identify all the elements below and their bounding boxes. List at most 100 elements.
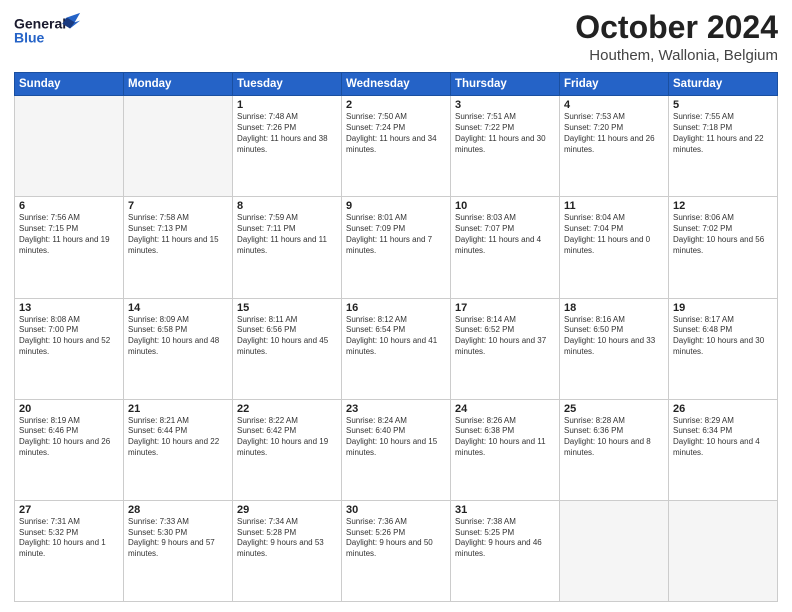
cell-text: Sunrise: 7:55 AM Sunset: 7:18 PM Dayligh… bbox=[673, 112, 773, 155]
cell-text: Sunrise: 8:04 AM Sunset: 7:04 PM Dayligh… bbox=[564, 213, 664, 256]
logo-svg: General Blue bbox=[14, 10, 84, 50]
calendar-cell: 25Sunrise: 8:28 AM Sunset: 6:36 PM Dayli… bbox=[560, 399, 669, 500]
cell-text: Sunrise: 8:28 AM Sunset: 6:36 PM Dayligh… bbox=[564, 416, 664, 459]
week-row-3: 20Sunrise: 8:19 AM Sunset: 6:46 PM Dayli… bbox=[15, 399, 778, 500]
cell-text: Sunrise: 8:06 AM Sunset: 7:02 PM Dayligh… bbox=[673, 213, 773, 256]
cell-text: Sunrise: 7:36 AM Sunset: 5:26 PM Dayligh… bbox=[346, 517, 446, 560]
calendar-cell: 10Sunrise: 8:03 AM Sunset: 7:07 PM Dayli… bbox=[451, 197, 560, 298]
calendar-cell: 22Sunrise: 8:22 AM Sunset: 6:42 PM Dayli… bbox=[233, 399, 342, 500]
day-number: 25 bbox=[564, 403, 664, 415]
week-row-4: 27Sunrise: 7:31 AM Sunset: 5:32 PM Dayli… bbox=[15, 500, 778, 601]
calendar-cell: 21Sunrise: 8:21 AM Sunset: 6:44 PM Dayli… bbox=[124, 399, 233, 500]
day-number: 8 bbox=[237, 200, 337, 212]
calendar-cell: 9Sunrise: 8:01 AM Sunset: 7:09 PM Daylig… bbox=[342, 197, 451, 298]
day-number: 1 bbox=[237, 99, 337, 111]
day-number: 26 bbox=[673, 403, 773, 415]
cell-text: Sunrise: 7:33 AM Sunset: 5:30 PM Dayligh… bbox=[128, 517, 228, 560]
day-number: 22 bbox=[237, 403, 337, 415]
cell-text: Sunrise: 8:21 AM Sunset: 6:44 PM Dayligh… bbox=[128, 416, 228, 459]
calendar-cell: 14Sunrise: 8:09 AM Sunset: 6:58 PM Dayli… bbox=[124, 298, 233, 399]
calendar-cell: 16Sunrise: 8:12 AM Sunset: 6:54 PM Dayli… bbox=[342, 298, 451, 399]
cell-text: Sunrise: 8:26 AM Sunset: 6:38 PM Dayligh… bbox=[455, 416, 555, 459]
calendar-cell: 24Sunrise: 8:26 AM Sunset: 6:38 PM Dayli… bbox=[451, 399, 560, 500]
day-number: 16 bbox=[346, 302, 446, 314]
calendar-cell: 4Sunrise: 7:53 AM Sunset: 7:20 PM Daylig… bbox=[560, 96, 669, 197]
day-number: 14 bbox=[128, 302, 228, 314]
title-block: October 2024 Houthem, Wallonia, Belgium bbox=[575, 10, 778, 64]
day-number: 31 bbox=[455, 504, 555, 516]
cell-text: Sunrise: 7:38 AM Sunset: 5:25 PM Dayligh… bbox=[455, 517, 555, 560]
day-number: 2 bbox=[346, 99, 446, 111]
day-number: 24 bbox=[455, 403, 555, 415]
cell-text: Sunrise: 8:22 AM Sunset: 6:42 PM Dayligh… bbox=[237, 416, 337, 459]
calendar-header-row: SundayMondayTuesdayWednesdayThursdayFrid… bbox=[15, 73, 778, 96]
calendar-cell: 27Sunrise: 7:31 AM Sunset: 5:32 PM Dayli… bbox=[15, 500, 124, 601]
day-number: 20 bbox=[19, 403, 119, 415]
calendar-cell: 23Sunrise: 8:24 AM Sunset: 6:40 PM Dayli… bbox=[342, 399, 451, 500]
day-header-monday: Monday bbox=[124, 73, 233, 96]
header: General Blue October 2024 Houthem, Wallo… bbox=[14, 10, 778, 64]
page: General Blue October 2024 Houthem, Wallo… bbox=[0, 0, 792, 612]
cell-text: Sunrise: 8:16 AM Sunset: 6:50 PM Dayligh… bbox=[564, 315, 664, 358]
cell-text: Sunrise: 7:48 AM Sunset: 7:26 PM Dayligh… bbox=[237, 112, 337, 155]
calendar-cell: 18Sunrise: 8:16 AM Sunset: 6:50 PM Dayli… bbox=[560, 298, 669, 399]
day-number: 5 bbox=[673, 99, 773, 111]
calendar-cell: 15Sunrise: 8:11 AM Sunset: 6:56 PM Dayli… bbox=[233, 298, 342, 399]
calendar-cell bbox=[669, 500, 778, 601]
calendar-cell bbox=[124, 96, 233, 197]
day-number: 10 bbox=[455, 200, 555, 212]
calendar-cell: 11Sunrise: 8:04 AM Sunset: 7:04 PM Dayli… bbox=[560, 197, 669, 298]
day-number: 9 bbox=[346, 200, 446, 212]
cell-text: Sunrise: 7:58 AM Sunset: 7:13 PM Dayligh… bbox=[128, 213, 228, 256]
day-number: 28 bbox=[128, 504, 228, 516]
cell-text: Sunrise: 7:56 AM Sunset: 7:15 PM Dayligh… bbox=[19, 213, 119, 256]
cell-text: Sunrise: 7:34 AM Sunset: 5:28 PM Dayligh… bbox=[237, 517, 337, 560]
day-header-friday: Friday bbox=[560, 73, 669, 96]
svg-text:Blue: Blue bbox=[14, 29, 45, 45]
calendar-cell: 28Sunrise: 7:33 AM Sunset: 5:30 PM Dayli… bbox=[124, 500, 233, 601]
calendar-cell: 17Sunrise: 8:14 AM Sunset: 6:52 PM Dayli… bbox=[451, 298, 560, 399]
cell-text: Sunrise: 8:11 AM Sunset: 6:56 PM Dayligh… bbox=[237, 315, 337, 358]
day-number: 13 bbox=[19, 302, 119, 314]
calendar-table: SundayMondayTuesdayWednesdayThursdayFrid… bbox=[14, 72, 778, 602]
week-row-0: 1Sunrise: 7:48 AM Sunset: 7:26 PM Daylig… bbox=[15, 96, 778, 197]
cell-text: Sunrise: 8:24 AM Sunset: 6:40 PM Dayligh… bbox=[346, 416, 446, 459]
cell-text: Sunrise: 8:08 AM Sunset: 7:00 PM Dayligh… bbox=[19, 315, 119, 358]
calendar-cell: 1Sunrise: 7:48 AM Sunset: 7:26 PM Daylig… bbox=[233, 96, 342, 197]
cell-text: Sunrise: 7:51 AM Sunset: 7:22 PM Dayligh… bbox=[455, 112, 555, 155]
day-header-tuesday: Tuesday bbox=[233, 73, 342, 96]
day-number: 23 bbox=[346, 403, 446, 415]
day-number: 15 bbox=[237, 302, 337, 314]
day-header-sunday: Sunday bbox=[15, 73, 124, 96]
logo: General Blue bbox=[14, 10, 84, 50]
cell-text: Sunrise: 7:59 AM Sunset: 7:11 PM Dayligh… bbox=[237, 213, 337, 256]
cell-text: Sunrise: 8:01 AM Sunset: 7:09 PM Dayligh… bbox=[346, 213, 446, 256]
day-number: 30 bbox=[346, 504, 446, 516]
cell-text: Sunrise: 8:19 AM Sunset: 6:46 PM Dayligh… bbox=[19, 416, 119, 459]
calendar-cell: 2Sunrise: 7:50 AM Sunset: 7:24 PM Daylig… bbox=[342, 96, 451, 197]
week-row-1: 6Sunrise: 7:56 AM Sunset: 7:15 PM Daylig… bbox=[15, 197, 778, 298]
calendar-cell: 12Sunrise: 8:06 AM Sunset: 7:02 PM Dayli… bbox=[669, 197, 778, 298]
day-number: 6 bbox=[19, 200, 119, 212]
cell-text: Sunrise: 8:03 AM Sunset: 7:07 PM Dayligh… bbox=[455, 213, 555, 256]
day-number: 17 bbox=[455, 302, 555, 314]
location-title: Houthem, Wallonia, Belgium bbox=[575, 47, 778, 64]
day-number: 18 bbox=[564, 302, 664, 314]
cell-text: Sunrise: 8:09 AM Sunset: 6:58 PM Dayligh… bbox=[128, 315, 228, 358]
calendar-cell: 8Sunrise: 7:59 AM Sunset: 7:11 PM Daylig… bbox=[233, 197, 342, 298]
week-row-2: 13Sunrise: 8:08 AM Sunset: 7:00 PM Dayli… bbox=[15, 298, 778, 399]
month-title: October 2024 bbox=[575, 10, 778, 45]
cell-text: Sunrise: 8:12 AM Sunset: 6:54 PM Dayligh… bbox=[346, 315, 446, 358]
calendar-cell: 6Sunrise: 7:56 AM Sunset: 7:15 PM Daylig… bbox=[15, 197, 124, 298]
day-number: 7 bbox=[128, 200, 228, 212]
calendar-cell: 20Sunrise: 8:19 AM Sunset: 6:46 PM Dayli… bbox=[15, 399, 124, 500]
calendar-cell bbox=[560, 500, 669, 601]
day-number: 4 bbox=[564, 99, 664, 111]
cell-text: Sunrise: 7:31 AM Sunset: 5:32 PM Dayligh… bbox=[19, 517, 119, 560]
day-number: 29 bbox=[237, 504, 337, 516]
day-number: 21 bbox=[128, 403, 228, 415]
day-header-thursday: Thursday bbox=[451, 73, 560, 96]
calendar-cell: 3Sunrise: 7:51 AM Sunset: 7:22 PM Daylig… bbox=[451, 96, 560, 197]
calendar-cell: 19Sunrise: 8:17 AM Sunset: 6:48 PM Dayli… bbox=[669, 298, 778, 399]
day-number: 19 bbox=[673, 302, 773, 314]
